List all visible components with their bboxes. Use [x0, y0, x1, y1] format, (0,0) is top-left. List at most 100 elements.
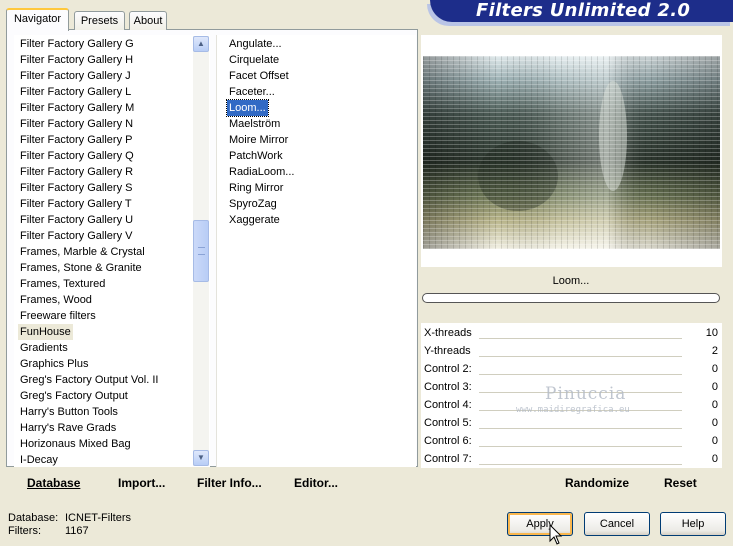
- tab-navigator[interactable]: Navigator: [6, 8, 69, 31]
- status-filters: Filters: 1167: [8, 525, 89, 537]
- param-row[interactable]: Control 5: 0: [421, 414, 722, 432]
- category-item[interactable]: Filter Factory Gallery G: [18, 36, 136, 52]
- filter-item[interactable]: SpyroZag: [227, 196, 279, 212]
- category-item[interactable]: Filter Factory Gallery H: [18, 52, 135, 68]
- category-item[interactable]: I-Decay: [18, 452, 60, 467]
- param-slider[interactable]: [479, 374, 682, 376]
- param-row[interactable]: Y-threads 2: [421, 342, 722, 360]
- filter-item[interactable]: RadiaLoom...: [227, 164, 296, 180]
- filter-item[interactable]: Moire Mirror: [227, 132, 290, 148]
- cancel-button[interactable]: Cancel: [584, 512, 650, 536]
- param-label: Control 4:: [424, 399, 472, 411]
- tab-about[interactable]: About: [129, 11, 167, 30]
- param-value: 10: [705, 327, 718, 339]
- database-button[interactable]: Database: [27, 476, 80, 490]
- param-label: Y-threads: [424, 345, 471, 357]
- param-slider[interactable]: [479, 428, 682, 430]
- filter-item[interactable]: Loom...: [226, 99, 269, 117]
- param-label: Control 2:: [424, 363, 472, 375]
- progress-bar: [422, 293, 720, 303]
- param-value: 2: [711, 345, 718, 357]
- filter-item[interactable]: Facet Offset: [227, 68, 291, 84]
- mouse-cursor-icon: [549, 524, 563, 545]
- category-item[interactable]: Frames, Stone & Granite: [18, 260, 144, 276]
- category-item[interactable]: Filter Factory Gallery T: [18, 196, 134, 212]
- scroll-thumb[interactable]: [193, 220, 209, 282]
- filter-list[interactable]: Angulate... Cirquelate Facet Offset Faceter…: [216, 35, 416, 467]
- app-title: Filters Unlimited 2.0: [476, 0, 691, 21]
- param-label: Control 3:: [424, 381, 472, 393]
- category-item[interactable]: Harry's Button Tools: [18, 404, 120, 420]
- category-item[interactable]: Filter Factory Gallery L: [18, 84, 133, 100]
- preview-image[interactable]: [423, 56, 720, 249]
- param-slider[interactable]: [479, 338, 682, 340]
- param-value: 0: [711, 435, 718, 447]
- category-item[interactable]: Filter Factory Gallery M: [18, 100, 136, 116]
- param-value: 0: [711, 417, 718, 429]
- filter-item[interactable]: Maelström: [227, 116, 282, 132]
- watermark-name: Pinuccia: [545, 384, 627, 404]
- category-item[interactable]: Filter Factory Gallery V: [18, 228, 134, 244]
- category-item[interactable]: Gradients: [18, 340, 70, 356]
- editor-button[interactable]: Editor...: [294, 476, 338, 490]
- reset-button[interactable]: Reset: [664, 476, 697, 490]
- category-list[interactable]: Filter Factory Gallery G Filter Factory G…: [14, 35, 210, 467]
- scroll-down-button[interactable]: ▼: [193, 450, 209, 466]
- category-item[interactable]: Greg's Factory Output: [18, 388, 130, 404]
- category-item[interactable]: Horizonaus Mixed Bag: [18, 436, 133, 452]
- randomize-button[interactable]: Randomize: [565, 476, 629, 490]
- param-row[interactable]: Control 2: 0: [421, 360, 722, 378]
- param-row[interactable]: Control 7: 0: [421, 450, 722, 468]
- filter-item[interactable]: Angulate...: [227, 36, 284, 52]
- category-item[interactable]: Filter Factory Gallery J: [18, 68, 133, 84]
- param-value: 0: [711, 363, 718, 375]
- scroll-up-button[interactable]: ▲: [193, 36, 209, 52]
- help-button[interactable]: Help: [660, 512, 726, 536]
- apply-button[interactable]: Apply: [507, 512, 573, 536]
- param-slider[interactable]: [479, 446, 682, 448]
- param-label: Control 5:: [424, 417, 472, 429]
- category-scrollbar[interactable]: ▲ ▼: [193, 36, 209, 466]
- category-item[interactable]: Greg's Factory Output Vol. II: [18, 372, 160, 388]
- category-item[interactable]: Filter Factory Gallery U: [18, 212, 135, 228]
- category-item[interactable]: Filter Factory Gallery S: [18, 180, 134, 196]
- status-database-value: ICNET-Filters: [65, 512, 131, 524]
- filter-item[interactable]: Cirquelate: [227, 52, 281, 68]
- category-item[interactable]: Filter Factory Gallery P: [18, 132, 134, 148]
- category-item[interactable]: Frames, Marble & Crystal: [18, 244, 147, 260]
- param-row[interactable]: X-threads 10: [421, 324, 722, 342]
- category-item[interactable]: Freeware filters: [18, 308, 98, 324]
- status-filters-label: Filters:: [8, 525, 41, 537]
- param-slider[interactable]: [479, 464, 682, 466]
- category-item[interactable]: Filter Factory Gallery N: [18, 116, 135, 132]
- current-filter-name: Loom...: [552, 275, 590, 287]
- param-row[interactable]: Control 6: 0: [421, 432, 722, 450]
- param-value: 0: [711, 381, 718, 393]
- category-item[interactable]: FunHouse: [18, 324, 73, 340]
- category-item[interactable]: Filter Factory Gallery R: [18, 164, 135, 180]
- grip-icon: [198, 247, 205, 255]
- watermark-url: www.maidiregrafica.eu: [516, 405, 630, 415]
- category-item[interactable]: Frames, Wood: [18, 292, 94, 308]
- status-database: Database: ICNET-Filters: [8, 512, 131, 524]
- param-value: 0: [711, 399, 718, 411]
- filter-item[interactable]: Faceter...: [227, 84, 277, 100]
- filter-item[interactable]: PatchWork: [227, 148, 285, 164]
- category-item[interactable]: Filter Factory Gallery Q: [18, 148, 136, 164]
- filter-item[interactable]: Xaggerate: [227, 212, 282, 228]
- filter-info-button[interactable]: Filter Info...: [197, 476, 262, 490]
- param-label: Control 6:: [424, 435, 472, 447]
- status-database-label: Database:: [8, 512, 59, 524]
- param-label: Control 7:: [424, 453, 472, 465]
- loom-preview-graphic: [423, 56, 720, 249]
- filter-item[interactable]: Ring Mirror: [227, 180, 285, 196]
- category-item[interactable]: Harry's Rave Grads: [18, 420, 118, 436]
- category-item[interactable]: Graphics Plus: [18, 356, 90, 372]
- import-button[interactable]: Import...: [118, 476, 165, 490]
- param-value: 0: [711, 453, 718, 465]
- status-filters-value: 1167: [65, 525, 89, 537]
- tab-presets[interactable]: Presets: [74, 11, 125, 30]
- param-slider[interactable]: [479, 356, 682, 358]
- category-item[interactable]: Frames, Textured: [18, 276, 107, 292]
- param-label: X-threads: [424, 327, 472, 339]
